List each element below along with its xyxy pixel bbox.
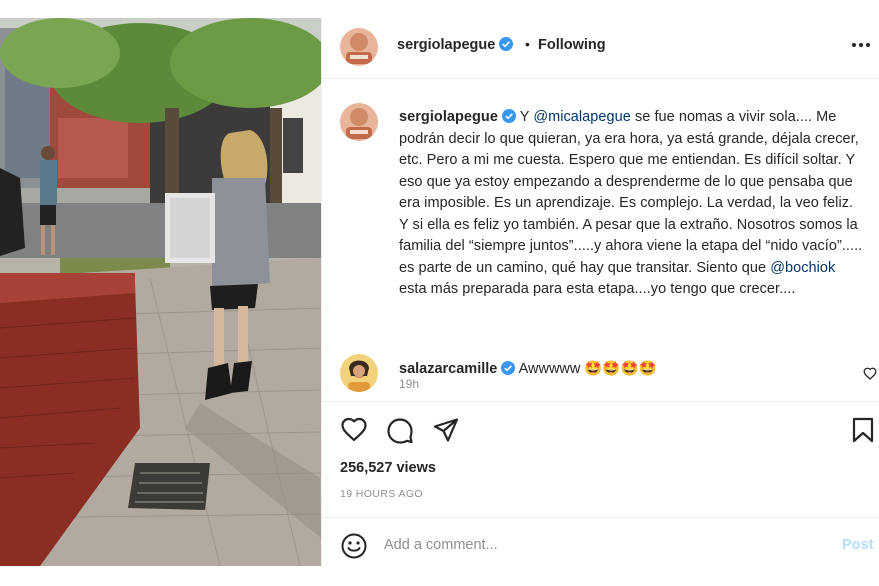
post-actions: 256,527 views 19 HOURS AGO xyxy=(322,401,879,533)
more-options-icon[interactable] xyxy=(850,36,872,54)
header-separator: • xyxy=(525,36,530,52)
emoji-icon[interactable] xyxy=(340,532,368,560)
post-details-panel: sergiolapegue • Following sergiolapegue … xyxy=(321,18,879,566)
view-count[interactable]: 256,527 views xyxy=(340,460,436,476)
verified-badge-icon xyxy=(499,37,514,51)
verified-badge-icon xyxy=(501,361,516,375)
caption-text-3: esta más preparada para esta etapa....yo… xyxy=(399,281,796,297)
author-avatar[interactable] xyxy=(340,28,378,66)
comment-icon[interactable] xyxy=(386,416,414,444)
caption-text-2: se fue nomas a vivir sola.... Me podrán … xyxy=(399,109,863,276)
verified-badge-icon xyxy=(501,109,516,123)
comment-row: salazarcamille Awwwww 🤩🤩🤩🤩 xyxy=(322,352,879,400)
post-time-ago: 19 HOURS AGO xyxy=(340,488,423,500)
add-comment-bar: Post xyxy=(322,517,879,566)
author-username[interactable]: sergiolapegue xyxy=(397,37,514,53)
caption-block: sergiolapegue Y @micalapegue se fue noma… xyxy=(322,79,879,391)
following-button[interactable]: Following xyxy=(538,37,606,53)
post-header: sergiolapegue • Following xyxy=(322,18,879,79)
avatar-image xyxy=(340,28,378,66)
commenter-username[interactable]: salazarcamille xyxy=(399,361,497,377)
heart-icon[interactable] xyxy=(340,416,368,444)
share-icon[interactable] xyxy=(432,416,460,444)
post-caption: sergiolapegue Y @micalapegue se fue noma… xyxy=(399,107,865,301)
mention-link[interactable]: @micalapegue xyxy=(533,109,631,125)
caption-username[interactable]: sergiolapegue xyxy=(399,109,498,125)
post-video[interactable] xyxy=(0,18,321,566)
comment-body: Awwwww 🤩🤩🤩🤩 xyxy=(515,361,657,377)
avatar-image xyxy=(340,354,378,392)
video-frame-image xyxy=(0,18,321,566)
caption-author-avatar[interactable] xyxy=(340,103,378,141)
caption-text-1: Y xyxy=(515,109,534,125)
comment-like-heart-icon[interactable] xyxy=(863,367,877,380)
comment-input[interactable] xyxy=(384,530,824,560)
mention-link[interactable]: @bochiok xyxy=(770,260,835,276)
avatar-image xyxy=(340,103,378,141)
post-comment-button[interactable]: Post xyxy=(842,537,873,553)
comment-text: salazarcamille Awwwww 🤩🤩🤩🤩 xyxy=(399,360,657,377)
bookmark-icon[interactable] xyxy=(849,416,877,444)
author-username-text: sergiolapegue xyxy=(397,37,496,53)
commenter-avatar[interactable] xyxy=(340,354,378,392)
